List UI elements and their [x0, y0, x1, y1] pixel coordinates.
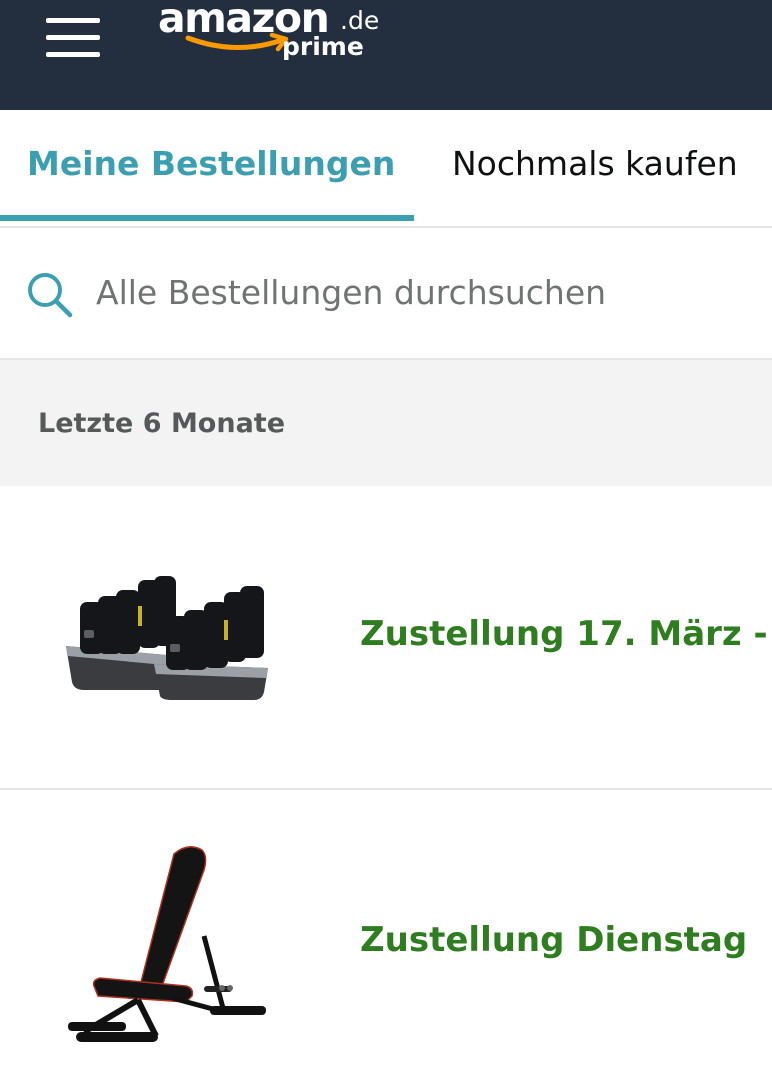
tab-label: Meine Bestellungen [27, 144, 396, 183]
search-icon [28, 273, 73, 318]
active-tab-indicator [0, 215, 414, 221]
tab-label: Nochmals kaufen [452, 144, 738, 183]
order-tabs: Meine Bestellungen Nochmals kaufen [0, 110, 772, 228]
menu-bar [46, 18, 100, 23]
order-search-bar[interactable] [0, 228, 772, 360]
delivery-status: Zustellung Dienstag [360, 920, 748, 960]
app-header: amazon .de prime [0, 0, 772, 110]
tab-my-orders[interactable]: Meine Bestellungen [0, 110, 414, 226]
time-filter[interactable]: Letzte 6 Monate [0, 360, 772, 486]
logo-domain: .de [340, 6, 380, 35]
delivery-status: Zustellung 17. März - 1 [360, 614, 772, 654]
tab-buy-again[interactable]: Nochmals kaufen [414, 110, 772, 226]
weight-bench-image [68, 846, 266, 1042]
amazon-prime-logo[interactable]: amazon .de prime [158, 0, 398, 72]
filter-label: Letzte 6 Monate [38, 408, 286, 439]
menu-bar [46, 52, 100, 57]
adjustable-dumbbells-image [66, 576, 268, 700]
logo-prime: prime [282, 32, 364, 61]
hamburger-menu-icon[interactable] [44, 16, 100, 60]
order-row[interactable]: Zustellung 17. März - 1 [0, 486, 772, 790]
smile-arrow-icon [185, 32, 289, 52]
order-row[interactable]: Zustellung Dienstag [0, 790, 772, 1080]
menu-bar [46, 35, 100, 40]
search-input[interactable] [96, 266, 756, 318]
